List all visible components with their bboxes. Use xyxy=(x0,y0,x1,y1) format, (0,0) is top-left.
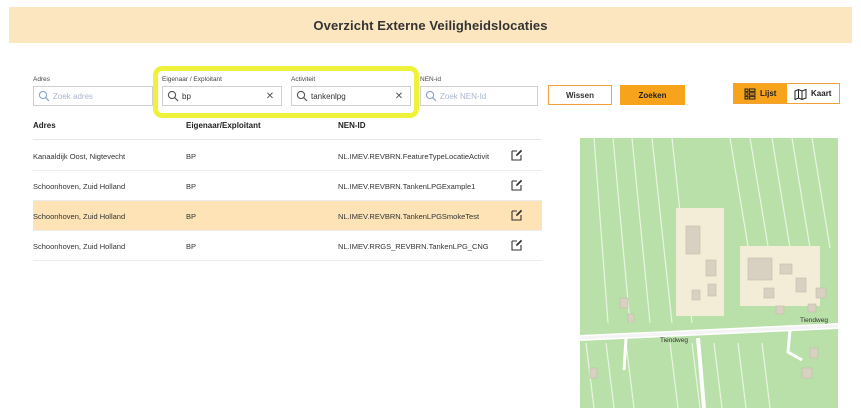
adres-placeholder: Zoek adres xyxy=(53,91,94,101)
road-label: Tiendweg xyxy=(800,317,828,324)
column-header-nen[interactable]: NEN-ID xyxy=(338,121,366,130)
column-header-eigenaar[interactable]: Eigenaar/Exploitant xyxy=(186,121,261,130)
page-title: Overzicht Externe Veiligheidslocaties xyxy=(313,17,548,33)
road xyxy=(622,337,628,371)
road-label: Tiendweg xyxy=(660,337,688,344)
list-icon xyxy=(744,88,756,100)
map-icon xyxy=(794,88,807,100)
edit-icon[interactable] xyxy=(511,179,523,191)
cell-eigenaar: BP xyxy=(186,152,197,161)
table-row[interactable]: Schoonhoven, Zuid Holland BP NL.IMEV.REV… xyxy=(33,171,542,201)
cell-adres: Schoonhoven, Zuid Holland xyxy=(33,182,126,191)
wissen-button[interactable]: Wissen xyxy=(548,85,612,105)
edit-icon[interactable] xyxy=(511,239,523,251)
list-view-label: Lijst xyxy=(760,89,777,98)
search-icon xyxy=(38,90,50,102)
filter-highlight xyxy=(153,66,419,118)
nen-search-input[interactable]: Zoek NEN-Id xyxy=(420,86,538,106)
cell-nen: NL.IMEV.RRGS_REVBRN.TankenLPG_CNG xyxy=(338,242,489,251)
column-header-adres[interactable]: Adres xyxy=(33,121,56,130)
adres-label: Adres xyxy=(33,76,50,83)
cell-nen: NL.IMEV.REVBRN.FeatureTypeLocatieActivit xyxy=(338,152,490,161)
table-row[interactable]: Schoonhoven, Zuid Holland BP NL.IMEV.RRG… xyxy=(33,231,542,261)
cell-eigenaar: BP xyxy=(186,212,197,221)
cell-adres: Kanaaldijk Oost, Nigtevecht xyxy=(33,152,126,161)
cell-eigenaar: BP xyxy=(186,242,197,251)
nen-label: NEN-id xyxy=(420,76,441,83)
map-view-button[interactable]: Kaart xyxy=(787,84,840,103)
page-header: Overzicht Externe Veiligheidslocaties xyxy=(9,7,852,43)
table-row[interactable]: Kanaaldijk Oost, Nigtevecht BP NL.IMEV.R… xyxy=(33,141,542,171)
search-icon xyxy=(425,90,437,102)
nen-placeholder: Zoek NEN-Id xyxy=(440,91,487,101)
cell-eigenaar: BP xyxy=(186,182,197,191)
edit-icon[interactable] xyxy=(511,209,523,221)
cell-adres: Schoonhoven, Zuid Holland xyxy=(33,242,126,251)
zoeken-button[interactable]: Zoeken xyxy=(620,85,685,105)
cell-nen: NL.IMEV.REVBRN.TankenLPGExample1 xyxy=(338,182,476,191)
table-row-selected[interactable]: Schoonhoven, Zuid Holland BP NL.IMEV.REV… xyxy=(33,201,542,231)
edit-icon[interactable] xyxy=(511,149,523,161)
view-toggle: Lijst Kaart xyxy=(733,83,840,104)
table-header-divider xyxy=(33,139,542,140)
map-view-label: Kaart xyxy=(811,89,832,98)
adres-search-input[interactable]: Zoek adres xyxy=(33,86,153,106)
map-canvas[interactable]: Tiendweg Tiendweg xyxy=(580,138,838,408)
cell-adres: Schoonhoven, Zuid Holland xyxy=(33,212,126,221)
list-view-button[interactable]: Lijst xyxy=(734,84,787,103)
map-view[interactable]: Tiendweg Tiendweg xyxy=(580,138,838,408)
cell-nen: NL.IMEV.REVBRN.TankenLPGSmokeTest xyxy=(338,212,480,221)
